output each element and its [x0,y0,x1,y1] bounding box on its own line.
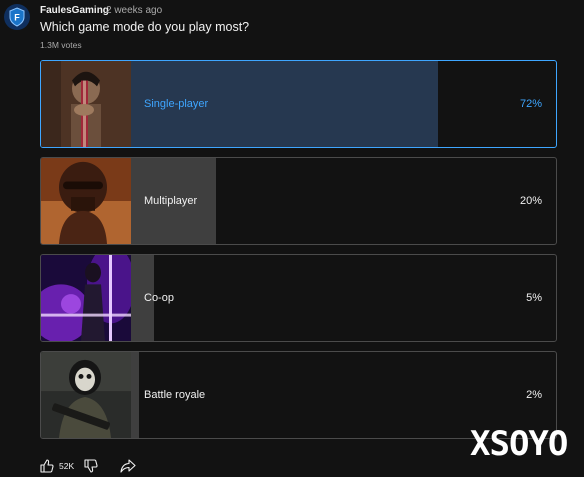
option-percent: 2% [526,389,542,401]
neon-warrior-thumbnail-icon [41,255,131,341]
option-percent: 5% [526,292,542,304]
option-percent: 20% [519,195,542,207]
vote-count: 1.3M votes [40,40,82,50]
shield-logo-icon: F [9,7,25,27]
like-icon[interactable] [40,459,54,473]
channel-avatar[interactable]: F [4,4,30,30]
share-icon[interactable] [120,459,136,473]
dislike-icon[interactable] [84,459,98,473]
poll-option-multiplayer[interactable]: Multiplayer 20% [40,157,557,245]
poll-options: Single-player 72% Multiplayer 20% Co-op [40,60,557,448]
like-count: 52K [59,461,75,471]
svg-text:F: F [14,13,20,23]
option-label: Co-op [144,292,174,304]
option-percent: 72% [519,98,542,110]
poll-option-single-player[interactable]: Single-player 72% [40,60,557,148]
poll-option-co-op[interactable]: Co-op 5% [40,254,557,342]
option-label: Single-player [144,98,209,110]
watermark-logo: XSOYO [470,424,568,464]
helmet-soldier-thumbnail-icon [41,158,131,244]
samurai-thumbnail-icon [41,61,131,147]
poll-question: Which game mode do you play most? [40,20,250,34]
action-bar: 52K [40,459,136,473]
option-label: Battle royale [144,389,206,401]
option-label: Multiplayer [144,195,198,207]
post-time: 2 weeks ago [106,5,163,16]
skull-mask-soldier-thumbnail-icon [41,352,131,438]
channel-name[interactable]: FaulesGaming [40,5,109,16]
